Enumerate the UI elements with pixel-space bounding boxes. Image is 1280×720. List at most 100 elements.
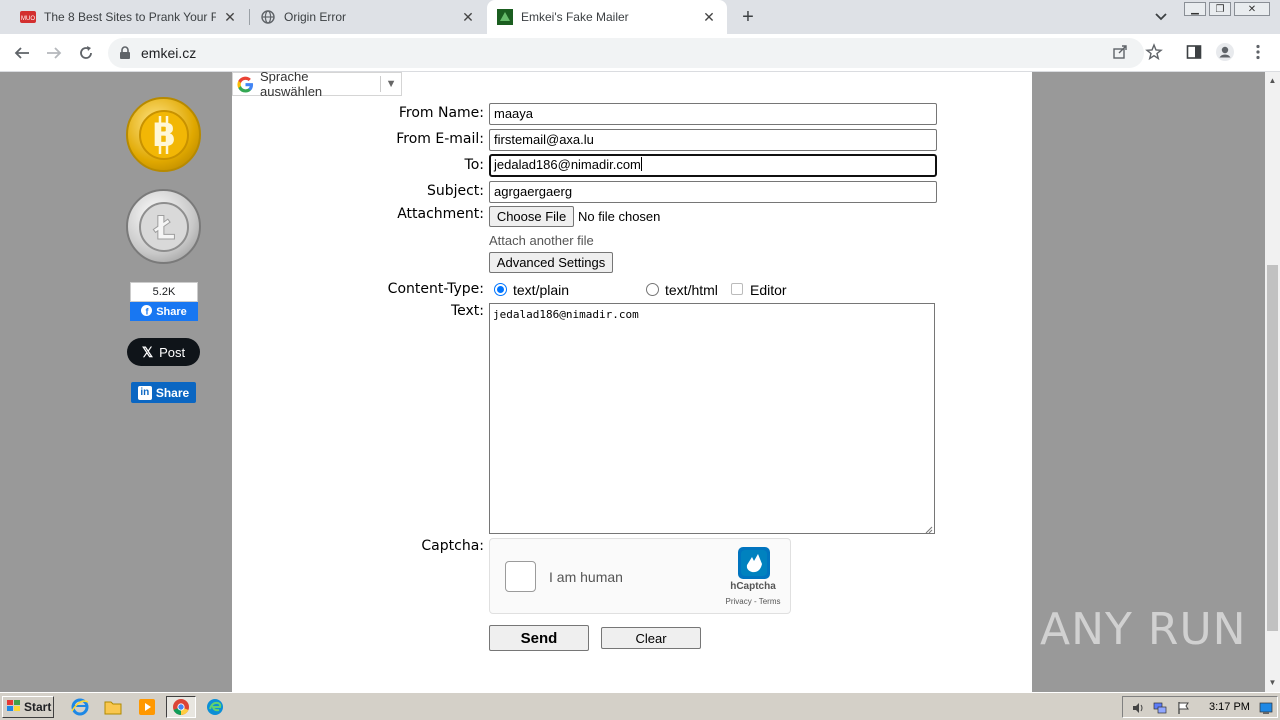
from-name-input[interactable]: maaya	[489, 103, 937, 125]
google-g-icon	[237, 76, 254, 93]
editor-label: Editor	[750, 282, 787, 298]
text-html-label: text/html	[665, 282, 718, 298]
to-input[interactable]: jedalad186@nimadir.com	[489, 154, 937, 177]
clear-button[interactable]: Clear	[601, 627, 701, 649]
reload-icon[interactable]	[74, 41, 98, 65]
chevron-down-icon[interactable]	[1152, 8, 1170, 26]
close-tab-icon[interactable]: ✕	[222, 9, 238, 25]
captcha-privacy-terms-links[interactable]: Privacy - Terms	[716, 597, 790, 606]
text-label: Text:	[450, 303, 484, 319]
message-textarea[interactable]: jedalad186@nimadir.com	[489, 303, 935, 534]
mailer-page: Sprache auswählen ▼ From Name: maaya Fro…	[232, 72, 1032, 692]
tab-title: Emkei's Fake Mailer	[521, 10, 629, 24]
media-player-icon[interactable]	[137, 697, 157, 717]
minimize-icon[interactable]: ▁	[1184, 2, 1206, 16]
hcaptcha-widget: I am human hCaptcha Privacy - Terms	[489, 538, 791, 614]
scroll-down-icon[interactable]: ▼	[1268, 678, 1277, 687]
restore-icon[interactable]: ❐	[1209, 2, 1231, 16]
edge-icon[interactable]	[205, 697, 225, 717]
scroll-up-icon[interactable]: ▲	[1268, 76, 1277, 85]
lock-icon	[119, 46, 133, 60]
start-button[interactable]: Start	[2, 696, 54, 718]
text-plain-radio[interactable]	[494, 283, 507, 296]
bitcoin-icon[interactable]: B	[126, 97, 201, 172]
bookmark-star-icon[interactable]	[1144, 42, 1164, 62]
facebook-share-button[interactable]: f Share	[130, 302, 198, 321]
windows-logo-icon	[7, 699, 21, 715]
advanced-settings-button[interactable]: Advanced Settings	[489, 252, 613, 273]
text-plain-label: text/plain	[513, 282, 570, 298]
content-type-label: Content-Type:	[387, 281, 484, 297]
network-icon[interactable]	[1153, 701, 1167, 715]
attach-another-file-link[interactable]: Attach another file	[489, 233, 594, 248]
chrome-taskbar-button[interactable]	[166, 696, 196, 718]
hcaptcha-brand: hCaptcha	[730, 581, 776, 592]
subject-label: Subject:	[426, 183, 484, 199]
tab-title: Origin Error	[284, 10, 347, 24]
text-caret	[640, 157, 642, 171]
to-input-value: jedalad186@nimadir.com	[494, 157, 641, 172]
address-bar[interactable]: emkei.cz	[108, 38, 1144, 68]
emkei-icon	[497, 9, 513, 25]
language-select[interactable]: Sprache auswählen ▼	[232, 72, 402, 99]
anyrun-watermark: ANY RUN	[1040, 604, 1247, 655]
attachment-label: Attachment:	[397, 206, 484, 222]
from-email-input[interactable]: firstemail@axa.lu	[489, 129, 937, 151]
captcha-text: I am human	[549, 569, 623, 585]
menu-kebab-icon[interactable]	[1248, 42, 1268, 62]
x-post-label: Post	[159, 344, 186, 360]
svg-text:B: B	[151, 116, 175, 154]
url-text: emkei.cz	[141, 45, 197, 61]
close-tab-icon[interactable]: ✕	[460, 9, 476, 25]
action-center-flag-icon[interactable]	[1177, 701, 1191, 715]
message-text: jedalad186@nimadir.com	[493, 308, 639, 321]
from-name-label: From Name:	[398, 105, 484, 121]
show-desktop-icon[interactable]	[1259, 701, 1273, 715]
send-button[interactable]: Send	[489, 625, 589, 651]
volume-icon[interactable]	[1131, 701, 1145, 715]
share-count: 5.2K	[130, 282, 198, 302]
windows-taskbar: Start 3:17 PM	[0, 692, 1280, 720]
chrome-icon	[173, 699, 189, 716]
vertical-scrollbar[interactable]: ▲ ▼	[1265, 72, 1280, 692]
from-email-label: From E-mail:	[396, 131, 484, 147]
profile-avatar-icon[interactable]	[1215, 42, 1235, 62]
share-icon[interactable]	[1112, 44, 1130, 62]
text-html-radio[interactable]	[646, 283, 659, 296]
tab-origin-error[interactable]: Origin Error ✕	[250, 0, 486, 34]
folder-icon[interactable]	[103, 697, 123, 717]
captcha-label: Captcha:	[421, 538, 484, 554]
system-tray: 3:17 PM	[1122, 696, 1278, 718]
watermark-text: ANY RUN	[1040, 604, 1247, 655]
to-label: To:	[464, 157, 484, 173]
facebook-icon: f	[141, 304, 153, 319]
editor-checkbox[interactable]	[731, 283, 743, 295]
scrollbar-thumb[interactable]	[1267, 265, 1278, 631]
linkedin-share-button[interactable]: in Share	[131, 382, 196, 403]
page-viewport: B Ł 5.2K f Share 𝕏 Post in Share Sprache…	[0, 72, 1265, 692]
language-select-label: Sprache auswählen	[260, 72, 323, 99]
dropdown-arrow-icon: ▼	[385, 78, 397, 90]
tab-fake-mailer[interactable]: Emkei's Fake Mailer ✕	[487, 0, 727, 34]
internet-explorer-icon[interactable]	[70, 697, 90, 717]
back-icon[interactable]	[10, 41, 34, 65]
tab-title: The 8 Best Sites to Prank Your Friends	[44, 10, 216, 24]
close-window-icon[interactable]: ✕	[1234, 2, 1270, 16]
linkedin-icon: in	[137, 385, 152, 400]
tab-prank-sites[interactable]: MUO The 8 Best Sites to Prank Your Frien…	[10, 0, 248, 34]
browser-toolbar: emkei.cz	[0, 34, 1280, 72]
captcha-checkbox[interactable]	[505, 561, 536, 592]
new-tab-icon[interactable]: +	[737, 6, 759, 28]
close-tab-icon[interactable]: ✕	[701, 9, 717, 25]
subject-input[interactable]: agrgaergaerg	[489, 181, 937, 203]
facebook-share-widget[interactable]: 5.2K f Share	[130, 282, 198, 321]
x-post-button[interactable]: 𝕏 Post	[127, 338, 200, 366]
tab-strip: MUO The 8 Best Sites to Prank Your Frien…	[0, 0, 1280, 34]
side-panel-icon[interactable]	[1184, 42, 1204, 62]
forward-icon[interactable]	[42, 41, 66, 65]
clock: 3:17 PM	[1209, 701, 1250, 713]
choose-file-button[interactable]: Choose File	[489, 206, 574, 227]
resize-grip-icon[interactable]	[925, 524, 933, 534]
litecoin-icon[interactable]: Ł	[126, 189, 201, 264]
svg-text:MUO: MUO	[21, 16, 35, 22]
